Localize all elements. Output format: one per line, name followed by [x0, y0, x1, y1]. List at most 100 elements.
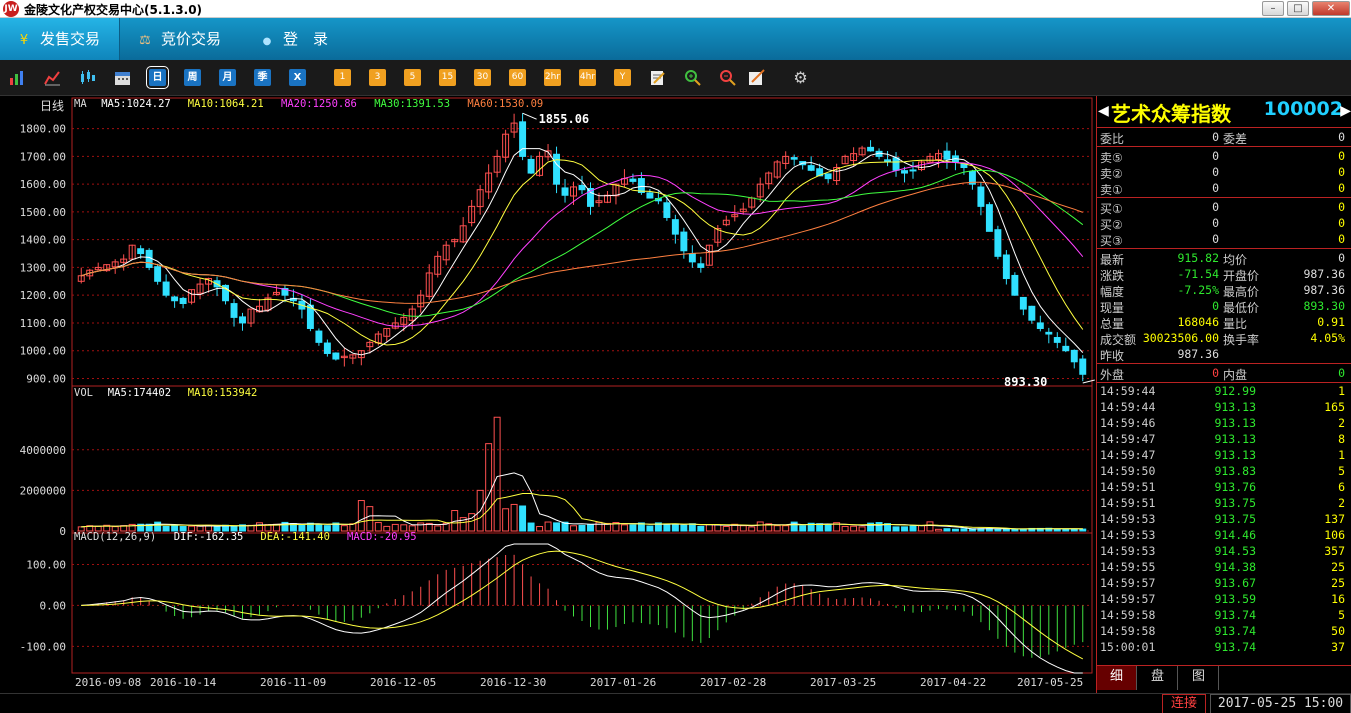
calendar-icon[interactable] — [114, 69, 131, 86]
maximize-button[interactable]: □ — [1287, 1, 1309, 16]
minute-60-button[interactable]: 60 — [509, 69, 526, 86]
volume-bar — [323, 525, 331, 532]
candle-body — [315, 330, 323, 343]
draw-tool-icon[interactable] — [748, 69, 765, 86]
connection-status[interactable]: 连接 — [1162, 694, 1206, 713]
hour-2-button[interactable]: 2hr — [544, 69, 561, 86]
volume-bar — [841, 525, 849, 532]
kline-chart-svg[interactable]: 900.00 1000.00 1100.00 1200.00 1300.00 1400.0… — [0, 96, 1096, 693]
quote-label: 昨收 — [1100, 349, 1125, 363]
year-button[interactable]: Y — [614, 69, 631, 86]
quote-value: 915.82 — [1177, 251, 1219, 265]
kline-chart[interactable]: 900.00 1000.00 1100.00 1200.00 1300.00 1400.0… — [0, 96, 1096, 693]
tick-time: 14:59:51 — [1100, 480, 1156, 494]
minute-3-button[interactable]: 3 — [369, 69, 386, 86]
low-price-label: 893.30 — [1004, 375, 1047, 389]
minute-15-button[interactable]: 15 — [439, 69, 456, 86]
window-title: 金陵文化产权交易中心(5.1.3.0) — [24, 3, 203, 17]
tick-price: 913.74 — [1214, 608, 1256, 622]
tick-price: 913.13 — [1214, 400, 1256, 414]
minimize-button[interactable]: – — [1262, 1, 1284, 16]
period-day-button[interactable]: 日 — [146, 66, 169, 89]
tick-qty: 1 — [1338, 448, 1345, 462]
tab-primary-sale[interactable]: ¥ 发售交易 — [0, 18, 120, 60]
prev-arrow-icon[interactable]: ◀ — [1098, 103, 1109, 119]
candle-body — [671, 219, 679, 235]
edit-chart-icon[interactable] — [649, 69, 666, 86]
quote-row: 现量 0 最低价 893.30 — [1097, 298, 1351, 315]
tick-qty: 37 — [1331, 640, 1345, 654]
volume-bar — [315, 524, 323, 532]
tick-time: 14:59:51 — [1100, 496, 1156, 510]
quote-row: 买① 0 0 — [1097, 199, 1351, 216]
period-week-button[interactable]: 周 — [184, 69, 201, 86]
tab-auction-trade[interactable]: ⚖ 竞价交易 — [121, 18, 241, 60]
status-bar: 连接 2017-05-25 15:00 — [0, 693, 1351, 713]
tick-row: 14:59:53 914.53 357 — [1097, 543, 1351, 559]
volume-bar — [570, 525, 577, 532]
tick-qty: 25 — [1331, 576, 1345, 590]
macd-tick-label: 100.00 — [26, 558, 66, 571]
tab-detail[interactable]: 细 — [1097, 666, 1137, 690]
tab-book[interactable]: 盘 — [1138, 666, 1178, 690]
period-month-button[interactable]: 月 — [219, 69, 236, 86]
quote-value-2: 0.91 — [1317, 315, 1345, 329]
indicator-legend: MA30:1391.53 — [374, 98, 450, 110]
volume-bar — [391, 523, 399, 532]
quote-row: 买③ 0 0 — [1097, 231, 1351, 248]
tick-price: 913.74 — [1214, 624, 1256, 638]
tick-price: 913.75 — [1214, 512, 1256, 526]
period-season-button[interactable]: 季 — [254, 69, 271, 86]
gear-icon[interactable]: ⚙ — [792, 69, 809, 86]
quote-value: 0 — [1212, 366, 1219, 380]
quote-value: 0 — [1212, 165, 1219, 179]
volume-bar — [1062, 528, 1070, 532]
zoom-out-icon[interactable] — [719, 69, 736, 86]
volume-bar — [502, 508, 510, 532]
date-tick-label: 2017-01-26 — [590, 676, 656, 689]
volume-bar — [536, 526, 544, 532]
minute-5-button[interactable]: 5 — [404, 69, 421, 86]
quote-label: 外盘 — [1100, 368, 1125, 382]
volume-bar — [697, 525, 705, 532]
next-arrow-icon[interactable]: ▶ — [1340, 103, 1351, 119]
quote-value: 987.36 — [1177, 347, 1219, 361]
candle-body — [909, 169, 917, 172]
volume-bar — [680, 524, 688, 532]
quote-value-2: 0 — [1338, 366, 1345, 380]
bar-chart-icon[interactable] — [9, 69, 26, 86]
tick-price: 913.59 — [1214, 592, 1256, 606]
tick-time: 14:59:53 — [1100, 512, 1156, 526]
period-x-button[interactable]: X — [289, 69, 306, 86]
minute-1-button[interactable]: 1 — [334, 69, 351, 86]
volume-bar — [824, 524, 832, 532]
quote-value-2: 0 — [1338, 181, 1345, 195]
minute-30-button[interactable]: 30 — [474, 69, 491, 86]
hour-4-button[interactable]: 4hr — [579, 69, 596, 86]
line-chart-icon[interactable] — [44, 69, 61, 86]
tick-time: 14:59:55 — [1100, 560, 1156, 574]
quote-value: 0 — [1212, 181, 1219, 195]
tab-login[interactable]: ● 登 录 — [243, 18, 343, 60]
candle-body — [230, 303, 238, 318]
candlestick-icon[interactable] — [79, 69, 96, 86]
candle-body — [171, 296, 179, 302]
tick-row: 14:59:44 912.99 1 — [1097, 383, 1351, 399]
zoom-in-icon[interactable] — [684, 69, 701, 86]
volume-bar — [901, 526, 908, 532]
quote-value-2: 987.36 — [1303, 283, 1345, 297]
volume-bar — [179, 526, 187, 532]
volume-bar — [875, 522, 883, 532]
candle-body — [867, 146, 875, 152]
volume-bar — [799, 525, 807, 532]
tick-row: 14:59:47 913.13 8 — [1097, 431, 1351, 447]
candle-body — [680, 231, 688, 252]
candle-body — [162, 281, 170, 296]
volume-bar — [587, 524, 594, 532]
tick-qty: 2 — [1338, 416, 1345, 430]
indicator-legend: MA10:153942 — [188, 387, 258, 399]
tick-row: 14:59:51 913.76 6 — [1097, 479, 1351, 495]
tab-chart[interactable]: 图 — [1179, 666, 1219, 690]
volume-bar — [892, 526, 900, 532]
close-button[interactable]: ✕ — [1312, 1, 1350, 16]
